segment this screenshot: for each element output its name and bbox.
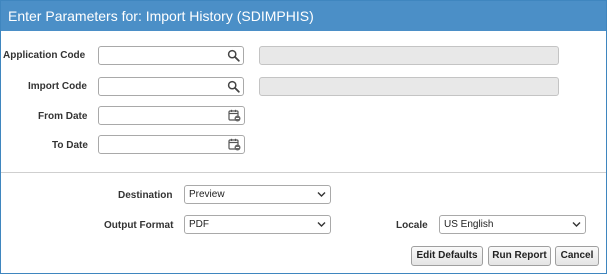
application-code-input[interactable] [98,46,244,65]
chevron-down-icon [317,222,326,227]
from-date-input[interactable] [98,106,245,125]
section-divider [1,172,606,173]
chevron-down-icon [572,222,581,227]
application-code-label: Application Code [3,50,86,61]
to-date-input[interactable] [98,135,245,154]
locale-select[interactable]: US English [439,215,586,234]
cancel-button[interactable]: Cancel [555,246,599,266]
run-report-button[interactable]: Run Report [488,246,551,266]
locale-label: Locale [396,220,428,231]
calendar-icon[interactable] [228,138,241,151]
output-format-label: Output Format [104,220,174,231]
destination-select[interactable]: Preview [184,185,331,204]
import-code-label: Import Code [28,81,87,92]
calendar-icon[interactable] [228,109,241,122]
chevron-down-icon [317,192,326,197]
application-code-description [259,46,559,65]
edit-defaults-button[interactable]: Edit Defaults [411,246,483,266]
destination-value: Preview [189,189,225,200]
search-icon[interactable] [227,49,240,62]
from-date-label: From Date [38,111,88,122]
import-code-description [259,77,559,96]
output-format-select[interactable]: PDF [184,215,331,234]
import-code-input[interactable] [98,77,244,96]
search-icon[interactable] [227,80,240,93]
output-format-value: PDF [189,219,209,230]
to-date-label: To Date [52,140,88,151]
parameters-dialog: Enter Parameters for: Import History (SD… [0,0,607,274]
locale-value: US English [444,219,494,230]
destination-label: Destination [118,190,173,201]
dialog-title: Enter Parameters for: Import History (SD… [1,1,606,31]
